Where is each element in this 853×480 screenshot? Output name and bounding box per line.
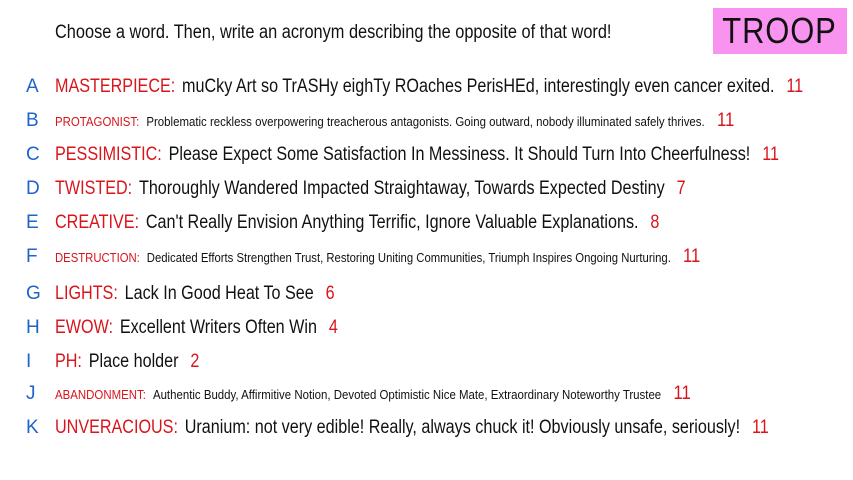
row-letter: F [26,246,38,267]
row-acronym: Can't Really Envision Anything Terrific,… [145,212,639,233]
row-word: PH: [55,351,82,372]
team-name: TROOP [722,10,838,51]
row-letter: D [26,178,40,199]
row-letter: C [26,144,40,165]
list-item: D TWISTED: Thoroughly Wandered Impacted … [0,176,853,202]
prompt-text: Choose a word. Then, write an acronym de… [55,22,612,43]
row-count: 8 [650,212,660,233]
row-count: 11 [762,144,779,165]
row-letter: K [26,417,39,438]
row-acronym: Excellent Writers Often Win [119,317,317,338]
row-count: 11 [683,246,701,267]
list-item: C PESSIMISTIC: Please Expect Some Satisf… [0,142,853,168]
row-acronym: Lack In Good Heat To See [124,283,314,304]
row-word: CREATIVE: [55,212,140,233]
row-count: 2 [190,351,200,372]
row-letter: E [26,212,39,233]
row-acronym: muCky Art so TrASHy eighTy ROaches Peris… [182,76,775,97]
row-letter: H [26,317,40,338]
row-count: 6 [325,283,335,304]
row-word: PROTAGONIST: [55,114,140,129]
row-word: UNVERACIOUS: [55,417,178,438]
row-count: 11 [673,383,691,404]
row-letter: A [26,76,39,97]
row-word: TWISTED: [55,178,133,199]
list-item: J ABANDONMENT: Authentic Buddy, Affirmit… [0,381,853,407]
row-count: 4 [328,317,338,338]
row-acronym: Thoroughly Wandered Impacted Straightawa… [138,178,665,199]
row-letter: J [26,383,36,404]
row-word: LIGHTS: [55,283,118,304]
list-item: K UNVERACIOUS: Uranium: not very edible!… [0,415,853,441]
row-count: 11 [716,110,735,131]
list-item: I PH: Place holder 2 [0,349,853,375]
row-acronym: Authentic Buddy, Affirmitive Notion, Dev… [152,387,662,402]
row-acronym: Please Expect Some Satisfaction In Messi… [168,144,751,165]
list-item: F DESTRUCTION: Dedicated Efforts Strengt… [0,244,853,270]
list-item: E CREATIVE: Can't Really Envision Anythi… [0,210,853,236]
list-item: G LIGHTS: Lack In Good Heat To See 6 [0,281,853,307]
row-acronym: Place holder [88,351,179,372]
row-acronym: Problematic reckless overpowering treach… [146,114,705,129]
row-word: PESSIMISTIC: [55,144,162,165]
row-acronym: Dedicated Efforts Strengthen Trust, Rest… [146,250,671,265]
row-count: 11 [751,417,769,438]
row-word: MASTERPIECE: [55,76,176,97]
row-word: DESTRUCTION: [55,250,140,265]
list-item: A MASTERPIECE: muCky Art so TrASHy eighT… [0,74,853,100]
list-item: H EWOW: Excellent Writers Often Win 4 [0,315,853,341]
list-item: B PROTAGONIST: Problematic reckless over… [0,108,853,134]
row-letter: B [26,110,39,131]
row-acronym: Uranium: not very edible! Really, always… [184,417,741,438]
row-word: EWOW: [55,317,114,338]
row-letter: I [26,351,32,372]
row-word: ABANDONMENT: [55,387,146,402]
row-count: 11 [786,76,804,97]
row-letter: G [26,283,41,304]
row-count: 7 [676,178,686,199]
team-badge: TROOP [713,8,847,54]
